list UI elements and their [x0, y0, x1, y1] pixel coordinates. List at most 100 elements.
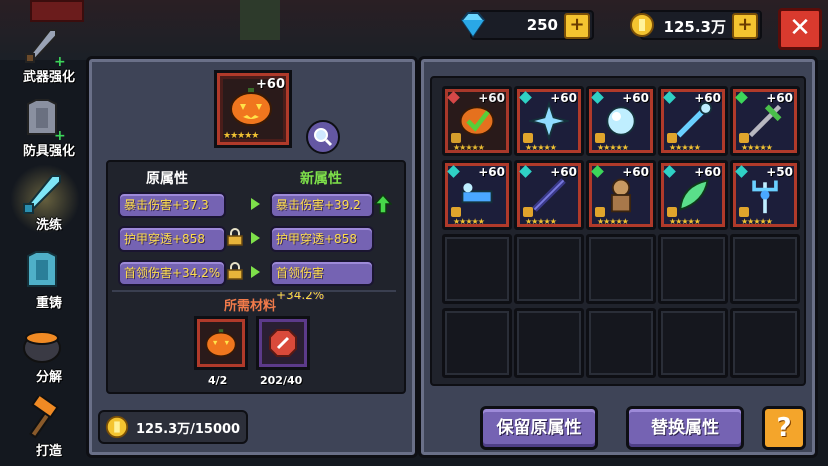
star-rating: ★★★★★: [741, 217, 773, 226]
lock-icon: [523, 207, 533, 217]
close-button[interactable]: ✕: [778, 8, 822, 50]
arrow-right-icon: [251, 198, 260, 210]
ice-gun-icon: [461, 183, 493, 204]
sidebar-item-label: 防具强化: [22, 144, 75, 159]
inventory-item-slot[interactable]: +60 ★★★★★: [586, 160, 656, 230]
hammer-icon: [29, 396, 59, 439]
lock-icon: [451, 207, 461, 217]
inventory-item-slot[interactable]: +60 ★★★★★: [730, 86, 800, 156]
empty-slot[interactable]: [730, 308, 800, 378]
inventory-item-slot[interactable]: +60 ★★★★★: [442, 86, 512, 156]
pumpkin-icon: [230, 88, 272, 126]
empty-slot[interactable]: [442, 234, 512, 304]
star-rating: ★★★★★: [525, 217, 557, 226]
inventory-item-slot[interactable]: +60 ★★★★★: [586, 86, 656, 156]
material-slot-refine-stone[interactable]: [256, 316, 310, 370]
lock-icon[interactable]: [226, 262, 244, 280]
star-rating: ★★★★★: [597, 217, 629, 226]
empty-slot[interactable]: [658, 234, 728, 304]
lock-icon: [667, 207, 677, 217]
green-crossbow-icon: [748, 104, 782, 138]
sidebar-item-label: 分解: [35, 370, 62, 385]
empty-slot[interactable]: [514, 308, 584, 378]
star-rating: ★★★★★: [597, 143, 629, 152]
cauldron-icon: [23, 331, 61, 363]
reforge-armor-icon: [27, 251, 57, 287]
empty-slot[interactable]: [586, 308, 656, 378]
item-level: +60: [478, 91, 505, 105]
old-stat-crit-damage: 暴击伤害+37.3: [118, 192, 226, 218]
inspect-button[interactable]: [306, 120, 340, 154]
new-attributes-title: 新属性: [300, 171, 342, 187]
empty-slot[interactable]: [442, 308, 512, 378]
pumpkin-selected-icon: [459, 106, 495, 136]
leaf-blade-icon: [679, 179, 709, 211]
scarecrow-icon: [611, 178, 631, 213]
new-stat-boss-damage: 首领伤害+34.2%: [270, 260, 374, 302]
coin-amount: 125.3万: [663, 18, 726, 36]
selected-item-slot[interactable]: +60 ★★★★★: [214, 70, 292, 148]
empty-slot[interactable]: [730, 234, 800, 304]
arrow-right-icon: [251, 266, 260, 278]
inventory-item-slot[interactable]: +50 ★★★★★: [730, 160, 800, 230]
new-stat-armor-penetration: 护甲穿透+858: [270, 226, 374, 252]
lock-icon[interactable]: [226, 228, 244, 246]
item-level: +60: [478, 165, 505, 179]
material-count-pumpkin: 4/2: [208, 374, 228, 387]
item-level: +60: [622, 165, 649, 179]
inventory-item-slot[interactable]: +60 ★★★★★: [442, 160, 512, 230]
inventory-item-slot[interactable]: +60 ★★★★★: [658, 160, 728, 230]
refine-stone-icon: [269, 329, 297, 357]
coin-icon: [105, 415, 129, 439]
lock-icon: [595, 133, 605, 143]
sidebar: + 武器强化 + 防具强化 洗练 重铸 分解 打造: [0, 0, 82, 466]
star-rating: ★★★★★: [525, 143, 557, 152]
keep-original-button[interactable]: 保留原属性: [480, 406, 598, 450]
old-stat-armor-penetration: 护甲穿透+858: [118, 226, 226, 252]
background-tile: [240, 0, 280, 40]
item-level: +60: [694, 91, 721, 105]
sidebar-item-forge[interactable]: 打造: [4, 392, 80, 464]
original-attributes-title: 原属性: [146, 171, 188, 187]
arrow-right-icon: [251, 232, 260, 244]
old-stat-boss-damage: 首领伤害+34.2%: [118, 260, 226, 286]
lock-icon: [523, 133, 533, 143]
replace-attributes-button[interactable]: 替换属性: [626, 406, 744, 450]
refine-sword-icon: [23, 175, 61, 214]
diamond-icon: [460, 12, 486, 38]
ice-orb-icon: [606, 106, 636, 136]
item-level: +60: [550, 91, 577, 105]
item-level: +60: [256, 77, 285, 92]
gem-counter: 250 +: [460, 10, 594, 40]
sidebar-item-armor-upgrade[interactable]: + 防具强化: [4, 92, 80, 164]
empty-slot[interactable]: [658, 308, 728, 378]
sidebar-item-reforge[interactable]: 重铸: [4, 244, 80, 316]
add-gems-button[interactable]: +: [564, 13, 590, 39]
star-rating: ★★★★★: [669, 217, 701, 226]
inventory-item-slot[interactable]: +60 ★★★★★: [514, 86, 584, 156]
sidebar-item-weapon-upgrade[interactable]: + 武器强化: [4, 18, 80, 90]
star-rating: ★★★★★: [453, 217, 485, 226]
help-button[interactable]: ?: [762, 406, 806, 450]
sidebar-item-label: 武器强化: [22, 70, 75, 85]
new-stat-crit-damage: 暴击伤害+39.2: [270, 192, 374, 218]
empty-slot[interactable]: [586, 234, 656, 304]
sidebar-item-label: 重铸: [35, 296, 62, 311]
inventory-item-slot[interactable]: +60 ★★★★★: [658, 86, 728, 156]
ice-trident-icon: [752, 180, 778, 214]
add-coins-button[interactable]: +: [732, 13, 758, 39]
star-rating: ★★★★★: [669, 143, 701, 152]
inventory-item-slot[interactable]: +60 ★★★★★: [514, 160, 584, 230]
sidebar-item-decompose[interactable]: 分解: [4, 318, 80, 390]
divider: [112, 290, 396, 292]
material-slot-pumpkin[interactable]: [194, 316, 248, 370]
empty-slot[interactable]: [514, 234, 584, 304]
dark-blade-icon: [532, 178, 566, 212]
sidebar-item-refine[interactable]: 洗练: [4, 166, 80, 238]
lock-icon: [739, 133, 749, 143]
item-level: +60: [550, 165, 577, 179]
item-level: +50: [766, 165, 793, 179]
coin-icon: [630, 13, 654, 37]
item-level: +60: [694, 165, 721, 179]
required-materials-title: 所需材料: [223, 299, 276, 314]
